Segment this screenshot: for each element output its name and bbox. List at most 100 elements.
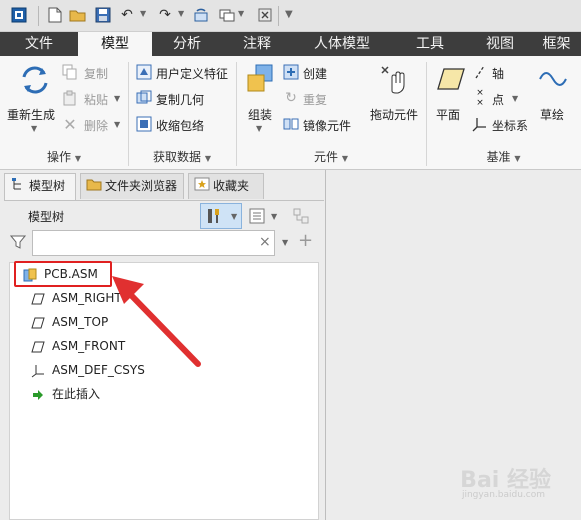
undo-dropdown-icon[interactable]: ▼ — [140, 9, 146, 18]
save-icon[interactable] — [94, 6, 112, 24]
copy-geometry-button[interactable]: 复制几何 — [156, 91, 204, 108]
drag-component-button[interactable]: 拖动元件 — [370, 106, 418, 123]
create-button[interactable]: 创建 — [303, 65, 327, 82]
plane-button[interactable]: 平面 — [436, 106, 460, 123]
axis-button[interactable]: 轴 — [492, 65, 504, 82]
regenerate-dropdown-icon[interactable]: ▼ — [31, 124, 37, 133]
tab-folder-browser-label: 文件夹浏览器 — [105, 179, 178, 193]
shrinkwrap-icon — [136, 116, 152, 132]
redo-icon[interactable]: ↷ — [156, 6, 174, 24]
mirror-component-button[interactable]: 镜像元件 — [303, 117, 351, 134]
tree-item-asm-top[interactable]: ASM_TOP — [30, 311, 108, 333]
csys-icon — [472, 116, 488, 132]
tab-model[interactable]: 模型 — [78, 32, 152, 56]
show-columns-icon[interactable] — [248, 207, 266, 228]
group-datum[interactable]: 基准 ▼ — [426, 146, 581, 168]
tab-annotate[interactable]: 注释 — [222, 32, 292, 56]
tab-view[interactable]: 视图 — [468, 32, 532, 56]
drag-component-icon[interactable] — [378, 62, 410, 96]
tree-settings-button[interactable]: ▼ — [200, 203, 242, 229]
tree-item-label: 在此插入 — [52, 387, 101, 401]
undo-icon[interactable]: ↶ — [118, 6, 136, 24]
point-button[interactable]: 点 — [492, 91, 504, 108]
tab-model-tree-label: 模型树 — [29, 179, 66, 193]
customize-toolbar-icon[interactable]: ▼ — [285, 9, 293, 20]
tab-model-tree[interactable]: 模型树 — [4, 173, 76, 200]
model-tree-tab-icon — [11, 175, 25, 199]
assemble-button[interactable]: 组装 — [248, 106, 272, 123]
sketch-icon[interactable] — [538, 64, 568, 94]
udf-icon — [136, 64, 152, 80]
assemble-icon[interactable] — [244, 62, 276, 96]
tab-human-model[interactable]: 人体模型 — [292, 32, 392, 56]
datum-plane-icon — [30, 311, 46, 333]
folder-browser-icon — [86, 175, 102, 199]
group-component[interactable]: 元件 ▼ — [236, 146, 426, 168]
copy-icon — [62, 64, 78, 80]
group-get-data[interactable]: 获取数据 ▼ — [128, 146, 236, 168]
close-window-icon[interactable] — [256, 6, 274, 24]
group-operations-label: 操作 — [47, 150, 72, 164]
tab-tools[interactable]: 工具 — [392, 32, 468, 56]
datum-plane-icon — [30, 335, 46, 357]
windows-dropdown-icon[interactable]: ▼ — [238, 9, 244, 18]
insert-arrow-icon — [30, 383, 46, 405]
repeat-icon: ↻ — [285, 90, 297, 106]
datum-plane-icon — [30, 287, 46, 309]
ribbon: 重新生成 ▼ 复制 粘贴 ▼ ✕ 删除 ▼ 操作 ▼ 用户定义特征 复制几何 收… — [0, 56, 581, 170]
quick-access-toolbar: ↶ ▼ ↷ ▼ ▼ ▼ — [0, 0, 581, 32]
tree-columns-icon[interactable] — [292, 207, 310, 228]
point-icon: × × — [476, 88, 484, 108]
csys-icon — [30, 359, 46, 381]
delete-icon: ✕ — [63, 114, 77, 134]
tab-frame[interactable]: 框架 — [532, 32, 581, 56]
paste-dropdown-icon[interactable]: ▼ — [114, 94, 120, 103]
tools-icon — [205, 207, 223, 228]
new-file-icon[interactable] — [46, 6, 64, 24]
paste-button[interactable]: 粘贴 — [84, 91, 108, 108]
group-operations[interactable]: 操作 ▼ — [0, 146, 128, 168]
assemble-dropdown-icon[interactable]: ▼ — [256, 124, 262, 133]
point-dropdown-icon[interactable]: ▼ — [512, 94, 518, 103]
search-input[interactable] — [32, 230, 275, 256]
clear-search-icon[interactable]: × — [259, 234, 271, 250]
redo-dropdown-icon[interactable]: ▼ — [178, 9, 184, 18]
model-tree-title: 模型树 — [28, 210, 65, 224]
create-icon — [283, 64, 299, 80]
tree-settings-dropdown-icon: ▼ — [231, 212, 238, 221]
windows-icon[interactable] — [218, 6, 236, 24]
mirror-component-icon — [283, 116, 299, 132]
annotation-arrow — [112, 276, 201, 367]
sketch-button[interactable]: 草绘 — [540, 106, 564, 123]
csys-button[interactable]: 坐标系 — [492, 117, 528, 134]
group-component-label: 元件 — [314, 150, 339, 164]
udf-button[interactable]: 用户定义特征 — [156, 65, 228, 82]
regenerate-small-icon[interactable] — [192, 6, 210, 24]
paste-icon — [62, 90, 78, 106]
tab-file[interactable]: 文件 — [0, 32, 78, 56]
regenerate-button[interactable]: 重新生成 — [7, 106, 55, 123]
copy-geometry-icon — [136, 90, 152, 106]
favorites-icon — [194, 175, 210, 199]
group-get-data-label: 获取数据 — [153, 150, 202, 164]
show-dropdown-icon[interactable]: ▼ — [271, 212, 277, 221]
navigator-panel: 模型树 文件夹浏览器 收藏夹 模型树 ▼ ▼ × ▼ + PCB.ASM ASM… — [0, 170, 326, 520]
plane-icon[interactable] — [436, 64, 466, 94]
tree-item-insert-here[interactable]: 在此插入 — [30, 383, 100, 405]
filter-icon[interactable] — [9, 234, 27, 253]
delete-button[interactable]: 删除 — [84, 117, 108, 134]
shrinkwrap-button[interactable]: 收缩包络 — [156, 117, 204, 134]
app-icon[interactable] — [10, 6, 28, 24]
delete-dropdown-icon[interactable]: ▼ — [114, 120, 120, 129]
repeat-button[interactable]: 重复 — [303, 91, 327, 108]
watermark-url: jingyan.baidu.com — [461, 490, 545, 500]
tab-favorites[interactable]: 收藏夹 — [188, 173, 264, 199]
tab-folder-browser[interactable]: 文件夹浏览器 — [80, 173, 184, 199]
regenerate-icon[interactable] — [18, 62, 52, 98]
highlight-box — [14, 261, 112, 287]
open-folder-icon[interactable] — [69, 6, 87, 24]
add-filter-icon[interactable]: + — [298, 230, 313, 251]
copy-button[interactable]: 复制 — [84, 65, 108, 82]
search-dropdown-icon[interactable]: ▼ — [282, 238, 288, 247]
tab-analysis[interactable]: 分析 — [152, 32, 222, 56]
